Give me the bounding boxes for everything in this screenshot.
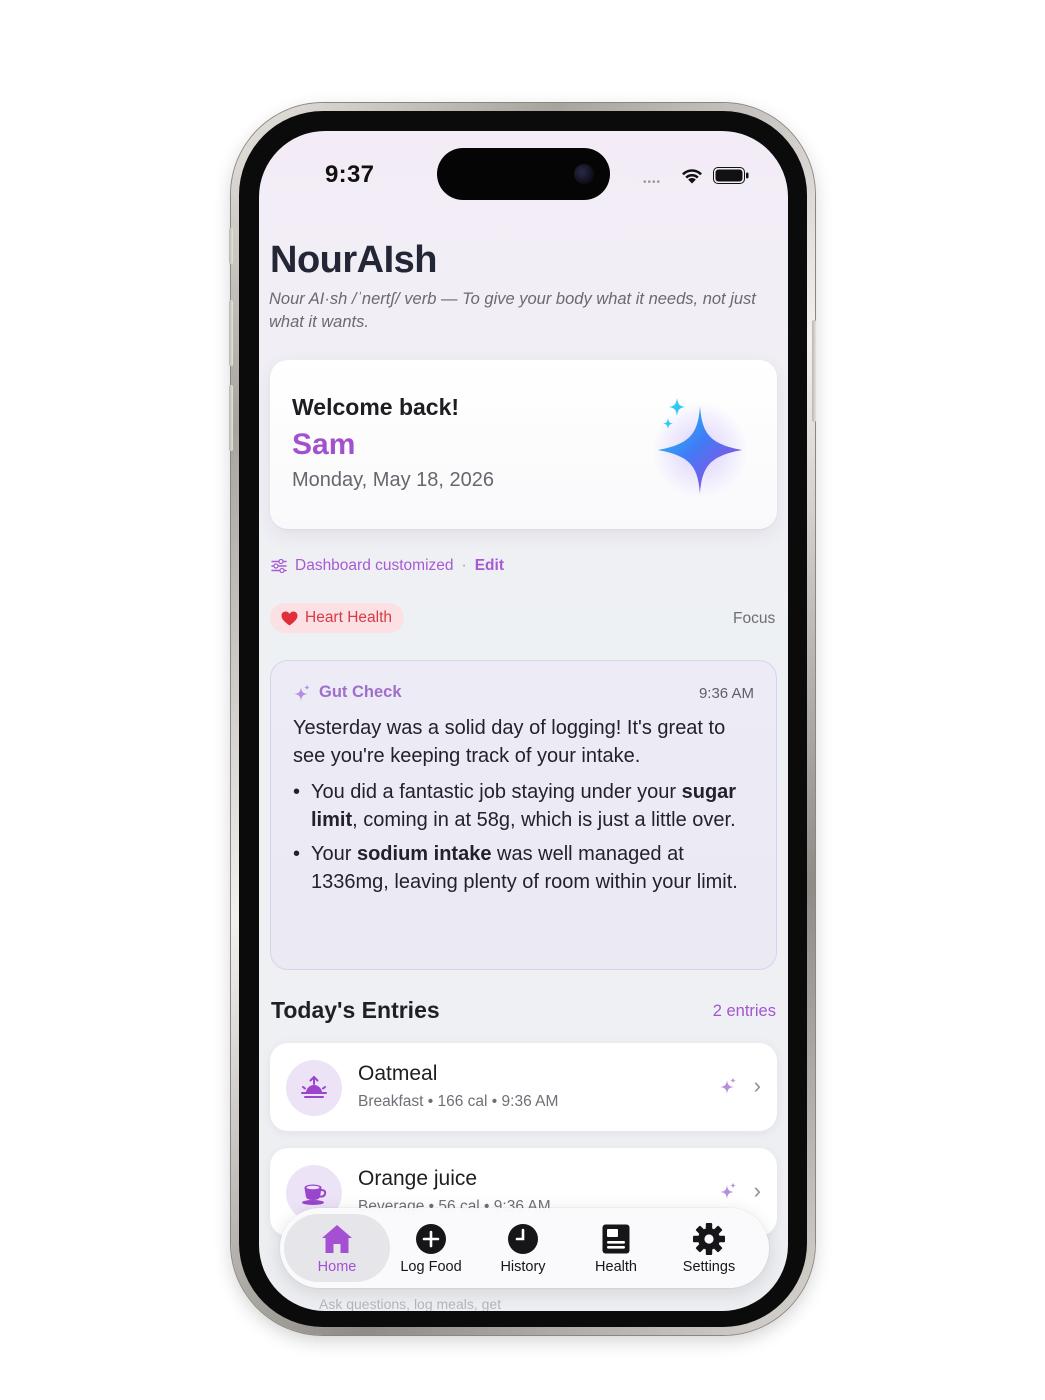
highlight-sodium-intake: sodium intake [356, 843, 492, 865]
entry-meta: Breakfast • 166 cal • 9:36 AM [358, 1093, 559, 1110]
heart-health-label: Heart Health [305, 609, 393, 626]
ai-sparkle-icon [720, 1077, 736, 1094]
ai-sparkle-icon [720, 1182, 736, 1199]
focus-label: Focus [733, 610, 776, 627]
gut-check-bullet: • Your sodium intake was well managed at… [293, 843, 738, 893]
health-card-icon [602, 1224, 630, 1254]
battery-icon [713, 167, 749, 184]
tab-history[interactable]: History [477, 1214, 569, 1282]
gut-check-header: Gut Check [293, 683, 402, 702]
entry-name: Oatmeal [358, 1062, 438, 1085]
signal-icon: •••• [643, 177, 662, 188]
heart-health-chip[interactable]: Heart Health [270, 603, 405, 633]
tab-label: Log Food [400, 1259, 462, 1275]
entries-count: 2 entries [712, 1002, 776, 1020]
camera-icon [574, 164, 594, 184]
user-name: Sam [292, 428, 356, 461]
wifi-icon [682, 169, 702, 184]
entry-card-oatmeal[interactable]: Oatmeal Breakfast • 166 cal • 9:36 AM › [270, 1043, 777, 1131]
tab-label: Settings [682, 1259, 736, 1275]
heart-icon [281, 611, 298, 625]
tab-health[interactable]: Health [570, 1214, 662, 1282]
action-button [229, 228, 233, 264]
tab-label: Home [317, 1259, 357, 1275]
gear-icon [693, 1223, 725, 1255]
app-tagline: Nour AI·sh /ˈnertʃ/ verb — To give your … [269, 290, 756, 331]
cup-icon [302, 1184, 327, 1205]
chat-input-peek[interactable]: Ask questions, log meals, get [319, 1296, 501, 1311]
sunrise-icon [301, 1075, 327, 1098]
edit-dashboard-link[interactable]: Edit [475, 557, 504, 575]
tab-label: History [500, 1259, 546, 1275]
chevron-right-icon: › [753, 1178, 761, 1203]
dynamic-island [437, 148, 610, 200]
status-time: 9:37 [325, 161, 375, 188]
gut-check-title: Gut Check [319, 683, 402, 701]
app-title: NourAIsh [270, 239, 438, 281]
app-screen: 9:37 •••• NourAIsh Nour AI·sh /ˈnertʃ/ v… [259, 131, 788, 1311]
separator-dot: · [461, 557, 467, 574]
clock-icon [508, 1224, 538, 1254]
dashboard-customized-row: Dashboard customized · Edit [271, 557, 504, 575]
tab-home[interactable]: Home [284, 1214, 390, 1282]
gut-check-time: 9:36 AM [698, 685, 754, 702]
chevron-right-icon: › [753, 1073, 761, 1098]
power-button [812, 320, 816, 422]
sparkles-icon [294, 684, 310, 701]
gut-check-body: Yesterday was a solid day of logging! It… [293, 714, 761, 902]
volume-up-button [229, 300, 233, 366]
current-date: Monday, May 18, 2026 [292, 469, 494, 491]
tab-label: Health [595, 1259, 637, 1275]
gut-check-bullet: • You did a fantastic job staying under … [293, 781, 737, 831]
gut-check-card[interactable]: Gut Check 9:36 AM Yesterday was a solid … [270, 660, 777, 970]
house-icon [322, 1225, 352, 1253]
welcome-card: Welcome back! Sam Monday, May 18, 2026 [270, 360, 777, 529]
tab-log-food[interactable]: Log Food [385, 1214, 477, 1282]
tab-bar: Home Log Food History Health Settings [280, 1208, 769, 1288]
entry-name: Orange juice [358, 1167, 478, 1190]
gut-check-intro: Yesterday was a solid day of logging! It… [293, 717, 726, 767]
dashboard-status: Dashboard customized [295, 557, 454, 574]
sliders-icon [271, 559, 287, 573]
sparkle-icon [652, 398, 748, 498]
todays-entries-title: Today's Entries [271, 997, 440, 1023]
tab-settings[interactable]: Settings [663, 1214, 755, 1282]
plus-circle-icon [416, 1224, 446, 1254]
volume-down-button [229, 385, 233, 451]
entry-icon-wrap [286, 1060, 342, 1116]
welcome-greeting: Welcome back! [292, 394, 460, 420]
